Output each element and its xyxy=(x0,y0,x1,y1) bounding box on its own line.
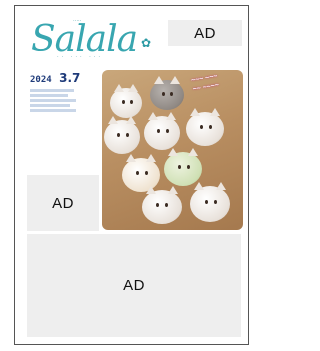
ad-slot-bottom[interactable]: AD xyxy=(27,234,241,337)
cover-photo[interactable]: ~~~ ~~~ ~~ ~~~~ xyxy=(102,70,243,230)
cat-bun xyxy=(142,186,182,224)
page-frame: ····· Salala ·· ··· ··· ✿ AD 2024 3.7 ~~… xyxy=(14,5,249,345)
logo-subtitle-decoration: ·· ··· ··· xyxy=(57,54,104,60)
cover-banner: ~~~ ~~~ ~~ ~~~~ xyxy=(190,72,220,94)
issue-year: 2024 xyxy=(30,75,52,85)
cat-bun xyxy=(190,182,230,222)
issue-month: 3.7 xyxy=(59,71,81,85)
issue-fine-print xyxy=(30,89,86,112)
ad-slot-left[interactable]: AD xyxy=(27,175,99,231)
clover-icon: ✿ xyxy=(141,36,152,50)
cat-bun xyxy=(144,112,180,150)
cat-bun xyxy=(110,84,142,118)
cat-bun xyxy=(186,108,224,146)
cat-bun xyxy=(164,148,202,186)
issue-info: 2024 3.7 xyxy=(30,69,86,112)
cat-bun xyxy=(104,116,140,154)
magazine-logo: ····· Salala ·· ··· ··· ✿ xyxy=(31,16,157,66)
ad-slot-top[interactable]: AD xyxy=(168,20,242,46)
